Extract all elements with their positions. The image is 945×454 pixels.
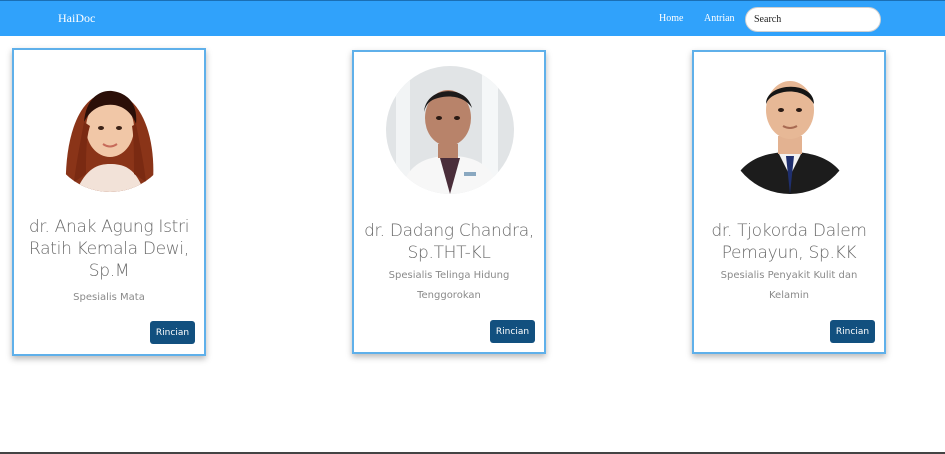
brand-logo[interactable]: HaiDoc — [58, 11, 95, 26]
doctor-specialty: Spesialis Mata — [73, 292, 145, 303]
doctor-specialty: Spesialis Penyakit Kulit dan Kelamin — [720, 270, 858, 301]
doctor-specialty: Spesialis Telinga Hidung Tenggorokan — [388, 270, 510, 301]
doctor-card: dr. Dadang Chandra, Sp.THT-KL Spesialis … — [352, 50, 546, 354]
rincian-button[interactable]: Rincian — [490, 320, 535, 343]
rincian-button[interactable]: Rincian — [830, 320, 875, 343]
rincian-button[interactable]: Rincian — [150, 321, 195, 344]
doctor-name: dr. Tjokorda Dalem Pemayun, Sp.KK — [711, 221, 867, 263]
doctor-card: dr. Tjokorda Dalem Pemayun, Sp.KK Spesia… — [692, 50, 886, 354]
doctor-photo — [46, 64, 174, 192]
doctor-name: dr. Dadang Chandra, Sp.THT-KL — [364, 221, 534, 263]
nav-link-home[interactable]: Home — [659, 13, 683, 24]
search-input[interactable] — [745, 7, 881, 32]
doctor-photo-female-icon — [46, 64, 174, 192]
top-navbar: HaiDoc Home Antrian — [0, 0, 945, 36]
doctor-name: dr. Anak Agung Istri Ratih Kemala Dewi, … — [28, 217, 190, 281]
doctor-photo-male-icon — [386, 66, 514, 194]
doctor-photo — [386, 66, 514, 194]
nav-link-antrian[interactable]: Antrian — [704, 13, 735, 24]
doctor-photo-male-suit-icon — [726, 66, 854, 194]
doctor-photo — [726, 66, 854, 194]
doctor-card: dr. Anak Agung Istri Ratih Kemala Dewi, … — [12, 48, 206, 356]
